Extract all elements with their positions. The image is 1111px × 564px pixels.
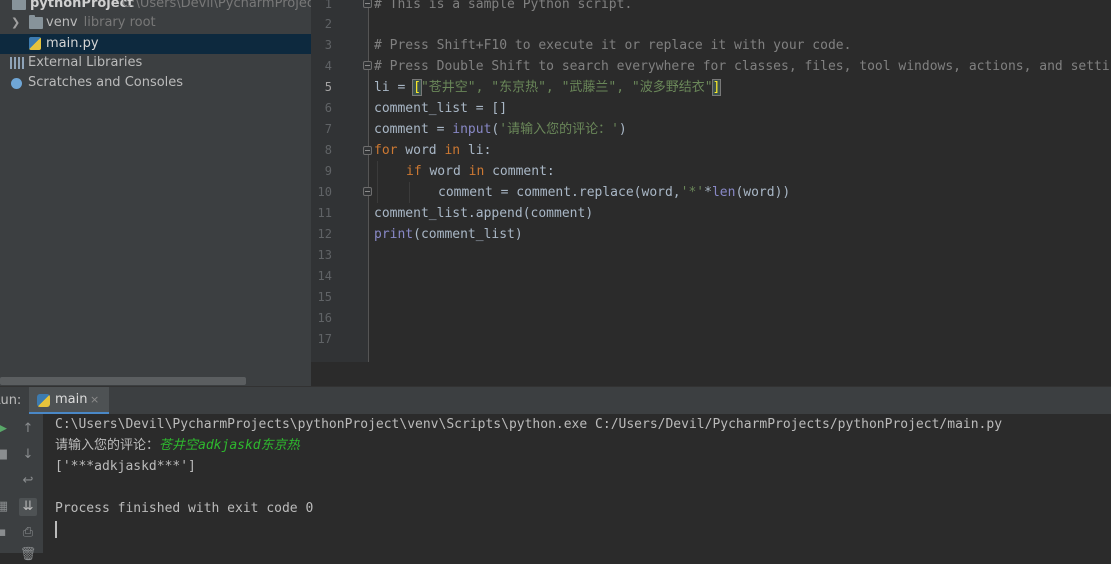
- soft-wrap-icon[interactable]: ↩: [19, 472, 37, 490]
- folder-icon: [29, 15, 43, 29]
- close-icon[interactable]: ×: [90, 387, 99, 413]
- console-prompt: 请输入您的评论：: [55, 438, 160, 453]
- run-tab-label: main: [55, 392, 88, 407]
- delete-icon[interactable]: 🗑: [19, 546, 37, 564]
- line-number: 8: [324, 143, 332, 157]
- line-number: 9: [324, 164, 332, 178]
- print-icon[interactable]: ⎙: [19, 524, 37, 542]
- console-exit-message: Process finished with exit code 0: [55, 501, 314, 516]
- down-arrow-icon[interactable]: ↓: [19, 446, 37, 464]
- project-panel: pythonProject C:\Users\Devil\PycharmProj…: [0, 0, 311, 386]
- pin-icon[interactable]: ▪: [0, 524, 11, 542]
- line-number: 12: [317, 227, 332, 241]
- line-number-current: 5: [324, 80, 332, 94]
- run-tab-main[interactable]: main ×: [29, 387, 109, 415]
- code-line-1: # This is a sample Python script.: [374, 0, 633, 12]
- line-number: 1: [324, 0, 332, 11]
- line-number: 3: [324, 38, 332, 52]
- rerun-icon[interactable]: ▶: [0, 420, 11, 438]
- chevron-right-icon[interactable]: ❯: [11, 13, 20, 33]
- code-editor[interactable]: 1 2 3 4 5 6 7 8 9 10 11 12 13 14 15 16 1…: [311, 0, 1111, 386]
- line-number: 10: [317, 185, 332, 199]
- code-line-12: print(comment_list): [374, 227, 523, 242]
- scratches-icon: [11, 78, 22, 89]
- horizontal-scrollbar[interactable]: [0, 377, 246, 385]
- up-arrow-icon[interactable]: ↑: [19, 420, 37, 438]
- tree-item-scratches[interactable]: Scratches and Consoles: [0, 73, 311, 93]
- bracket-highlight: ]: [711, 79, 722, 96]
- tree-item-label: External Libraries: [28, 55, 143, 70]
- console-result: ['***adkjaskd***']: [55, 459, 196, 474]
- fold-marker-icon[interactable]: [363, 187, 372, 196]
- console-prompt-line: 请输入您的评论：苍井空adkjaskd东京热: [55, 435, 300, 456]
- line-number: 13: [317, 248, 332, 262]
- tree-item-label: main.py: [46, 36, 99, 51]
- code-line-5: li = ["苍井空", "东京热", "武藤兰", "波多野结衣"]: [374, 79, 722, 96]
- code-line-8: for word in li:: [374, 143, 492, 158]
- run-tool-window-header: Run: main ×: [0, 386, 1111, 415]
- line-number: 2: [324, 17, 332, 31]
- tree-item-label: venv: [46, 15, 78, 30]
- fold-marker-icon[interactable]: [363, 0, 372, 8]
- python-file-icon: [29, 37, 41, 50]
- line-number: 16: [317, 311, 332, 325]
- library-root-hint: library root: [83, 15, 156, 30]
- code-line-3: # Press Shift+F10 to execute it or repla…: [374, 38, 852, 53]
- code-line-10: comment = comment.replace(word,'*'*len(w…: [438, 185, 791, 200]
- tree-item-venv[interactable]: ❯ venv library root: [0, 13, 311, 33]
- code-line-9: if word in comment:: [406, 164, 555, 179]
- bracket-highlight: [: [412, 79, 422, 96]
- stop-icon[interactable]: ■: [0, 446, 11, 464]
- code-line-11: comment_list.append(comment): [374, 206, 594, 221]
- scroll-to-end-icon[interactable]: ⇊: [19, 498, 37, 516]
- line-number: 4: [324, 59, 332, 73]
- line-number: 11: [317, 206, 332, 220]
- folder-icon: [12, 0, 26, 10]
- line-number: 6: [324, 101, 332, 115]
- console-user-input: 苍井空adkjaskd东京热: [159, 438, 300, 453]
- line-number: 17: [317, 332, 332, 346]
- layout-icon[interactable]: ▦: [0, 498, 11, 516]
- tree-item-main-py[interactable]: main.py: [0, 34, 311, 54]
- line-number-gutter: 1 2 3 4 5 6 7 8 9 10 11 12 13 14 15 16 1…: [311, 0, 372, 362]
- code-line-6: comment_list = []: [374, 101, 508, 116]
- indent-guide: [409, 182, 410, 203]
- fold-marker-icon[interactable]: [363, 61, 372, 70]
- text-caret: [55, 521, 57, 538]
- python-icon: [37, 394, 50, 407]
- library-icon: [10, 57, 24, 69]
- code-line-4: # Press Double Shift to search everywher…: [374, 59, 1111, 74]
- line-number: 7: [324, 122, 332, 136]
- tree-item-label: Scratches and Consoles: [28, 75, 184, 90]
- indent-guide: [377, 161, 378, 203]
- run-console[interactable]: C:\Users\Devil\PycharmProjects\pythonPro…: [43, 414, 1111, 553]
- tree-item-external-libraries[interactable]: External Libraries: [0, 53, 311, 73]
- fold-marker-icon[interactable]: [363, 146, 372, 155]
- line-number: 15: [317, 290, 332, 304]
- code-line-7: comment = input('请输入您的评论：'): [374, 122, 627, 137]
- project-root-name: pythonProject: [30, 0, 134, 11]
- console-command-line: C:\Users\Devil\PycharmProjects\pythonPro…: [55, 417, 1003, 432]
- tree-item-project-root[interactable]: pythonProject C:\Users\Devil\PycharmProj…: [0, 0, 311, 14]
- run-toolbar: ▶ ↑ ■ ↓ ↩ ⇊ ▦ ⎙ ▪ 🗑: [0, 414, 43, 562]
- project-root-path: C:\Users\Devil\PycharmProjects\pythonPro…: [122, 0, 311, 11]
- run-label: Run:: [0, 393, 22, 408]
- line-number: 14: [317, 269, 332, 283]
